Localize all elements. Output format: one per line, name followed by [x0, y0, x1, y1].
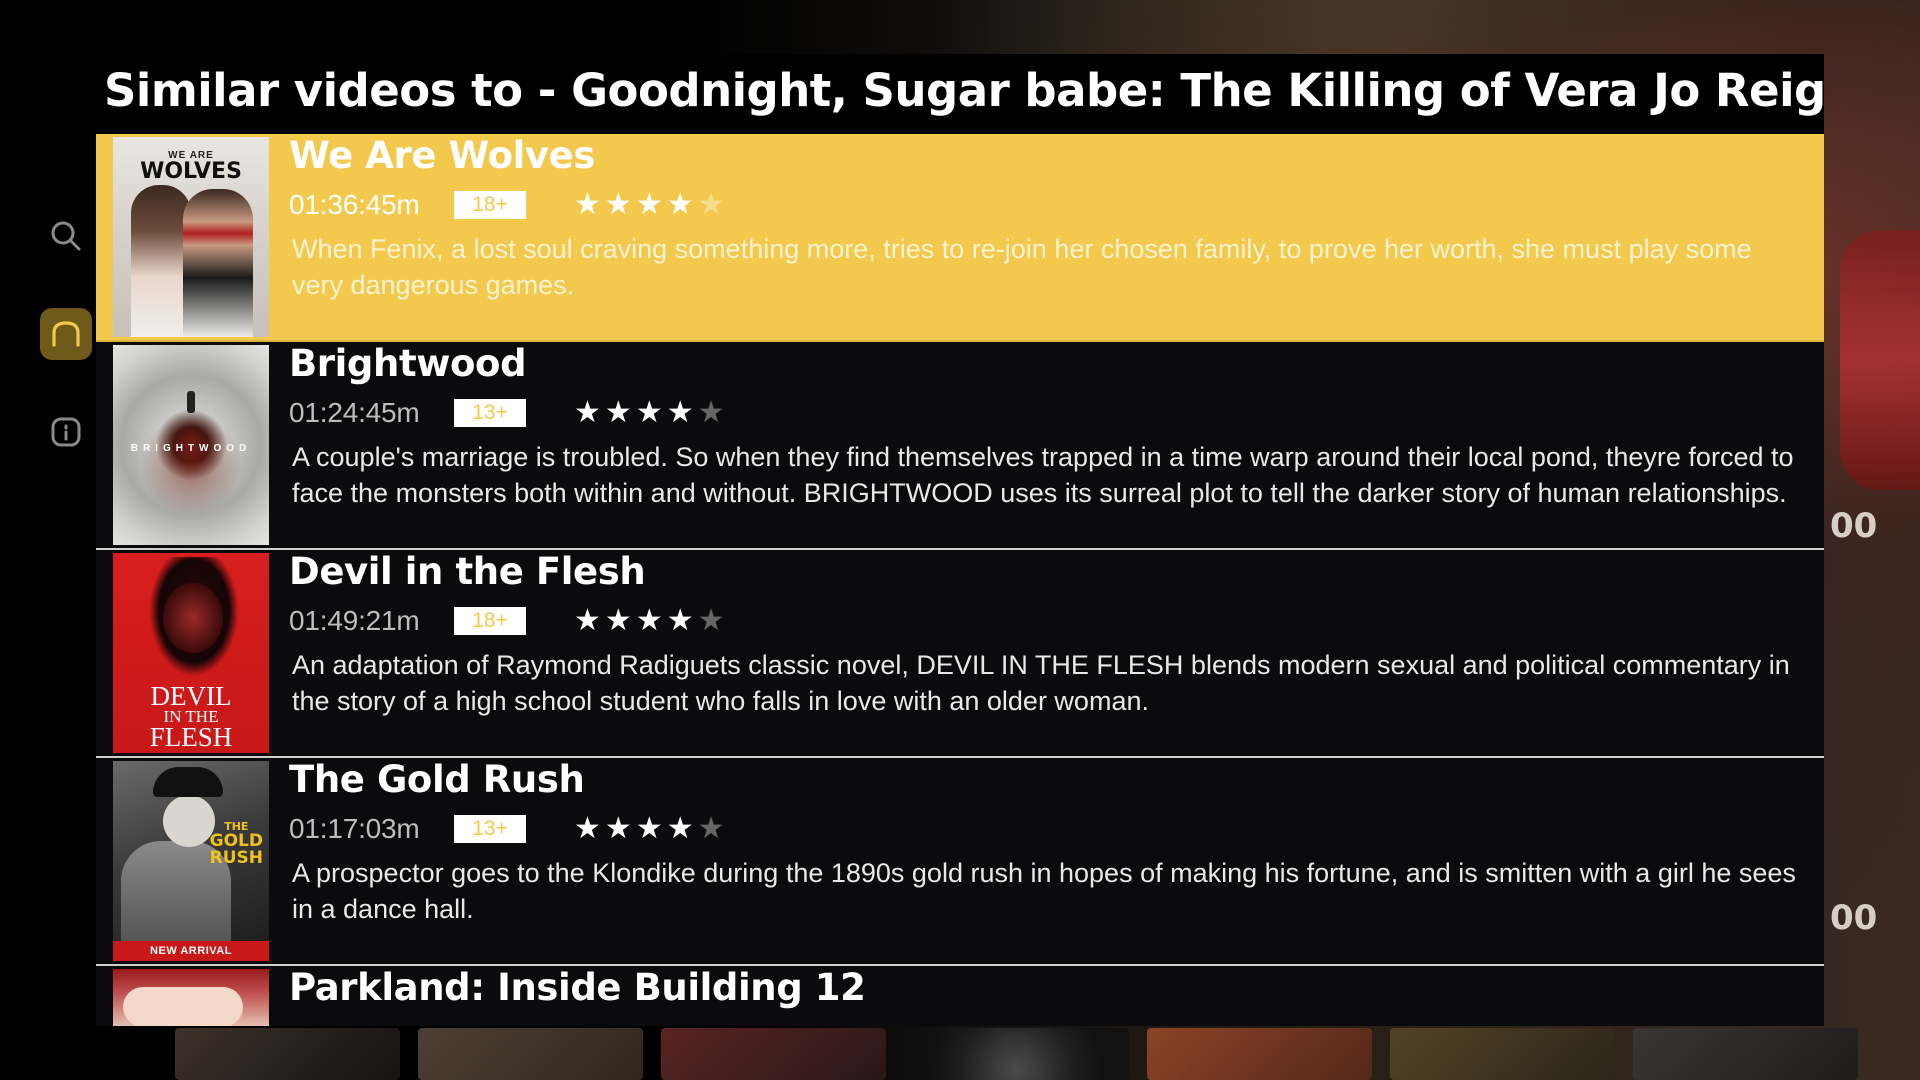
video-description: A couple's marriage is troubled. So when… [292, 442, 1794, 508]
sidebar-item-home[interactable] [40, 308, 92, 360]
thumbnail-figure [153, 767, 223, 797]
sidebar-nav [36, 210, 96, 458]
background-thumbnail [661, 1028, 886, 1080]
thumbnail-title-line: FLESH [149, 722, 233, 752]
star-filled-icon: ★ [574, 812, 601, 845]
video-duration: 01:36:45m [289, 189, 420, 220]
star-filled-icon: ★ [604, 604, 632, 637]
background-text-fragment: 00 [1830, 898, 1878, 938]
video-meta: We Are Wolves 01:36:45m 18+ ★ ★ ★ ★ ★ When F… [269, 134, 1824, 340]
star-filled-icon: ★ [604, 396, 632, 429]
video-thumbnail: THE GOLD RUSH NEW ARRIVAL [113, 761, 269, 961]
video-thumbnail [113, 969, 269, 1026]
video-thumbnail: DEVIL IN THE FLESH [113, 553, 269, 753]
background-thumbnail [1390, 1028, 1615, 1080]
video-title: We Are Wolves [289, 134, 595, 177]
video-title: Parkland: Inside Building 12 [289, 966, 866, 1009]
video-info-row: 01:24:45m 13+ ★ ★ ★ ★ ★ [289, 390, 1824, 436]
thumbnail-title-line: RUSH [209, 848, 263, 868]
video-title: Devil in the Flesh [289, 550, 646, 593]
star-empty-icon: ★ [697, 396, 725, 429]
video-list-item[interactable]: DEVIL IN THE FLESH Devil in the Flesh 01… [96, 550, 1824, 758]
star-empty-icon: ★ [697, 812, 725, 845]
video-list-item[interactable]: BRIGHTWOOD Brightwood 01:24:45m 13+ ★ ★ ★ ★… [96, 342, 1824, 550]
background-thumbnail [418, 1028, 643, 1080]
video-list-item[interactable]: THE GOLD RUSH NEW ARRIVAL The Gold Rush … [96, 758, 1824, 966]
video-list-item[interactable]: Parkland: Inside Building 12 [96, 966, 1824, 1026]
star-filled-icon: ★ [635, 188, 663, 221]
video-description: An adaptation of Raymond Radiguets class… [292, 650, 1790, 716]
star-filled-icon: ★ [574, 604, 601, 637]
star-rating: ★ ★ ★ ★ ★ [574, 398, 725, 428]
thumbnail-figure [163, 795, 215, 847]
star-filled-icon: ★ [574, 188, 601, 221]
background-thumbnail-row [175, 1028, 1920, 1080]
background-thumbnail [1147, 1028, 1372, 1080]
video-duration: 01:49:21m [289, 605, 420, 636]
thumbnail-title-text: DEVIL IN THE FLESH [113, 683, 269, 752]
star-filled-icon: ★ [666, 812, 694, 845]
video-title: Brightwood [289, 342, 527, 385]
age-rating-badge: 13+ [454, 815, 526, 843]
thumbnail-figure [183, 189, 253, 337]
star-filled-icon: ★ [666, 396, 694, 429]
video-meta: Parkland: Inside Building 12 [269, 966, 1824, 1026]
age-rating-badge: 18+ [454, 191, 526, 219]
star-filled-icon: ★ [604, 812, 632, 845]
star-empty-icon: ★ [697, 188, 725, 221]
thumbnail-figure [187, 391, 195, 413]
thumbnail-title-text: THE GOLD RUSH [210, 821, 263, 867]
video-list-item[interactable]: WE ARE WOLVES We Are Wolves 01:36:45m 18… [96, 134, 1824, 342]
home-icon [52, 321, 80, 347]
background-thumbnail [904, 1028, 1129, 1080]
star-empty-icon: ★ [697, 604, 725, 637]
thumbnail-title-text: BRIGHTWOOD [130, 443, 252, 454]
age-rating-badge: 13+ [454, 399, 526, 427]
star-filled-icon: ★ [666, 188, 694, 221]
star-filled-icon: ★ [635, 812, 663, 845]
hero-backdrop-figure [1840, 230, 1920, 490]
video-info-row: 01:17:03m 13+ ★ ★ ★ ★ ★ [289, 806, 1824, 852]
star-rating: ★ ★ ★ ★ ★ [574, 606, 725, 636]
thumbnail-figure [131, 185, 191, 337]
video-duration: 01:24:45m [289, 397, 420, 428]
age-rating-badge: 18+ [454, 607, 526, 635]
video-thumbnail: WE ARE WOLVES [113, 137, 269, 337]
star-rating: ★ ★ ★ ★ ★ [574, 190, 725, 220]
video-info-row: 01:36:45m 18+ ★ ★ ★ ★ ★ [289, 182, 1824, 228]
sidebar-item-info[interactable] [40, 406, 92, 458]
thumbnail-figure [123, 987, 243, 1026]
star-filled-icon: ★ [666, 604, 694, 637]
video-description: When Fenix, a lost soul craving somethin… [292, 234, 1752, 300]
info-icon [51, 417, 81, 447]
star-filled-icon: ★ [574, 396, 601, 429]
background-text-fragment: 00 [1830, 506, 1878, 546]
new-arrival-badge: NEW ARRIVAL [113, 941, 269, 961]
sidebar-item-search[interactable] [40, 210, 92, 262]
panel-title: Similar videos to - Goodnight, Sugar bab… [96, 54, 1824, 134]
video-list: WE ARE WOLVES We Are Wolves 01:36:45m 18… [96, 134, 1824, 1026]
video-meta: Devil in the Flesh 01:49:21m 18+ ★ ★ ★ ★ ★ A… [269, 550, 1824, 756]
search-icon [51, 221, 81, 251]
video-meta: The Gold Rush 01:17:03m 13+ ★ ★ ★ ★ ★ A pros… [269, 758, 1824, 964]
star-filled-icon: ★ [635, 604, 663, 637]
similar-videos-panel: Similar videos to - Goodnight, Sugar bab… [96, 54, 1824, 1026]
video-title: The Gold Rush [289, 758, 585, 801]
background-thumbnail [1633, 1028, 1858, 1080]
star-filled-icon: ★ [604, 188, 632, 221]
thumbnail-figure [163, 583, 223, 653]
thumbnail-title-text: WOLVES [140, 159, 242, 184]
video-description: A prospector goes to the Klondike during… [292, 858, 1796, 924]
star-filled-icon: ★ [635, 396, 663, 429]
video-info-row: 01:49:21m 18+ ★ ★ ★ ★ ★ [289, 598, 1824, 644]
star-rating: ★ ★ ★ ★ ★ [574, 814, 725, 844]
video-meta: Brightwood 01:24:45m 13+ ★ ★ ★ ★ ★ A couple'… [269, 342, 1824, 548]
video-thumbnail: BRIGHTWOOD [113, 345, 269, 545]
video-duration: 01:17:03m [289, 813, 420, 844]
background-thumbnail [175, 1028, 400, 1080]
